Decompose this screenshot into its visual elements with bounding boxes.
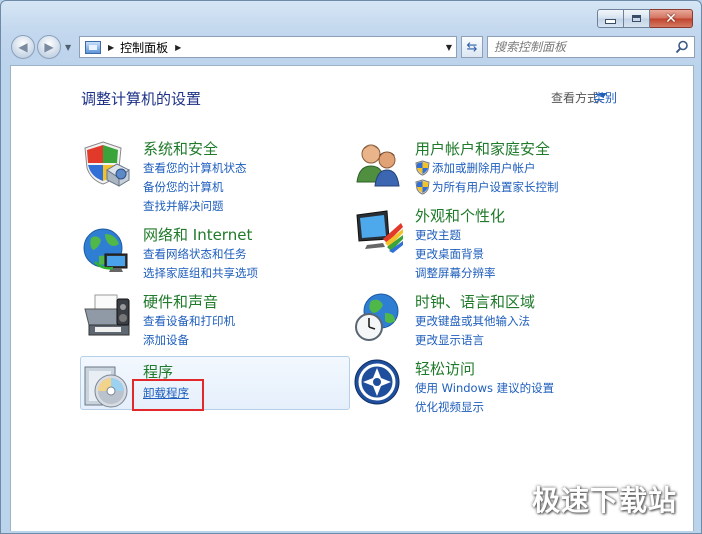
search-input[interactable]: [494, 39, 664, 55]
link-view-computer-status[interactable]: 查看您的计算机状态: [143, 160, 247, 176]
category-ease-of-access: 轻松访问 使用 Windows 建议的设置 优化视频显示: [353, 358, 673, 418]
printer-icon[interactable]: [81, 291, 133, 343]
link-homegroup-sharing[interactable]: 选择家庭组和共享选项: [143, 265, 258, 281]
category-user-accounts: 用户帐户和家庭安全 添加或删除用户帐户 为所有用户设置家长控制: [353, 138, 673, 198]
link-change-keyboard[interactable]: 更改键盘或其他输入法: [415, 313, 530, 329]
arrow-left-icon: ◀: [18, 40, 28, 54]
refresh-icon: ⇆: [466, 39, 478, 55]
control-panel-window: ✕ ◀ ▶ ▼ ▶ 控制面板 ▶ ▼ ⇆ 调整计算机的设置 查看方式: 类别: [0, 0, 702, 534]
ease-of-access-title[interactable]: 轻松访问: [415, 358, 475, 379]
maximize-icon: [632, 15, 641, 22]
content-pane: 调整计算机的设置 查看方式: 类别 系统和安全 查看您的计算机状态 备份您的计算…: [10, 65, 694, 531]
address-dropdown-icon[interactable]: ▼: [446, 43, 452, 52]
uninstall-highlight-box: [132, 379, 204, 411]
minimize-button[interactable]: [597, 9, 624, 28]
network-globe-icon[interactable]: [81, 224, 133, 276]
page-title: 调整计算机的设置: [81, 90, 202, 108]
search-box[interactable]: [487, 36, 695, 58]
appearance-monitor-icon[interactable]: [353, 205, 405, 257]
breadcrumb-control-panel[interactable]: 控制面板: [120, 39, 168, 56]
link-windows-suggested-settings[interactable]: 使用 Windows 建议的设置: [415, 380, 554, 396]
users-icon[interactable]: [353, 138, 405, 190]
appearance-title[interactable]: 外观和个性化: [415, 205, 505, 226]
arrow-right-icon: ▶: [44, 40, 54, 54]
category-clock-language: 时钟、语言和区域 更改键盘或其他输入法 更改显示语言: [353, 291, 673, 351]
user-accounts-title[interactable]: 用户帐户和家庭安全: [415, 138, 550, 159]
network-internet-title[interactable]: 网络和 Internet: [143, 224, 252, 245]
address-bar[interactable]: ▶ 控制面板 ▶ ▼: [79, 36, 457, 58]
uac-shield-icon: [415, 160, 430, 176]
forward-button[interactable]: ▶: [37, 35, 61, 59]
recent-pages-dropdown[interactable]: ▼: [65, 43, 71, 52]
ease-of-access-icon[interactable]: [353, 358, 405, 410]
system-security-shield-icon[interactable]: [81, 138, 133, 190]
link-screen-resolution[interactable]: 调整屏幕分辨率: [415, 265, 496, 281]
close-button[interactable]: ✕: [650, 9, 693, 28]
category-programs: 程序 卸载程序: [81, 361, 341, 411]
link-network-status[interactable]: 查看网络状态和任务: [143, 246, 247, 262]
back-button[interactable]: ◀: [11, 35, 35, 59]
link-find-fix-problems[interactable]: 查找并解决问题: [143, 198, 224, 214]
category-network-internet: 网络和 Internet 查看网络状态和任务 选择家庭组和共享选项: [81, 224, 341, 284]
link-optimize-visual-display[interactable]: 优化视频显示: [415, 399, 484, 415]
breadcrumb-separator-icon[interactable]: ▶: [108, 43, 114, 52]
system-security-title[interactable]: 系统和安全: [143, 138, 218, 159]
programs-disc-icon[interactable]: [81, 361, 133, 413]
link-change-theme[interactable]: 更改主题: [415, 227, 461, 243]
control-panel-icon: [85, 40, 101, 54]
category-system-security: 系统和安全 查看您的计算机状态 备份您的计算机 查找并解决问题: [81, 138, 341, 213]
link-change-background[interactable]: 更改桌面背景: [415, 246, 484, 262]
category-hardware-sound: 硬件和声音 查看设备和打印机 添加设备: [81, 291, 341, 351]
search-icon[interactable]: [675, 40, 689, 54]
link-add-remove-user[interactable]: 添加或删除用户帐户: [432, 160, 536, 176]
link-change-display-language[interactable]: 更改显示语言: [415, 332, 484, 348]
clock-language-title[interactable]: 时钟、语言和区域: [415, 291, 535, 312]
maximize-button[interactable]: [624, 9, 650, 28]
category-appearance: 外观和个性化 更改主题 更改桌面背景 调整屏幕分辨率: [353, 205, 673, 280]
link-devices-printers[interactable]: 查看设备和打印机: [143, 313, 235, 329]
refresh-button[interactable]: ⇆: [461, 36, 483, 58]
clock-globe-icon[interactable]: [353, 291, 405, 343]
navigation-bar: ◀ ▶ ▼ ▶ 控制面板 ▶ ▼ ⇆: [9, 34, 695, 60]
link-parental-controls[interactable]: 为所有用户设置家长控制: [432, 179, 559, 195]
hardware-sound-title[interactable]: 硬件和声音: [143, 291, 218, 312]
link-add-device[interactable]: 添加设备: [143, 332, 189, 348]
minimize-icon: [605, 19, 616, 24]
view-by-arrow-icon[interactable]: [599, 93, 607, 98]
caption-buttons: ✕: [597, 9, 693, 28]
link-backup-computer[interactable]: 备份您的计算机: [143, 179, 224, 195]
breadcrumb-chevron-icon[interactable]: ▶: [175, 43, 181, 52]
watermark-text: 极速下载站: [531, 484, 677, 517]
close-icon: ✕: [665, 10, 677, 27]
uac-shield-icon: [415, 179, 430, 195]
